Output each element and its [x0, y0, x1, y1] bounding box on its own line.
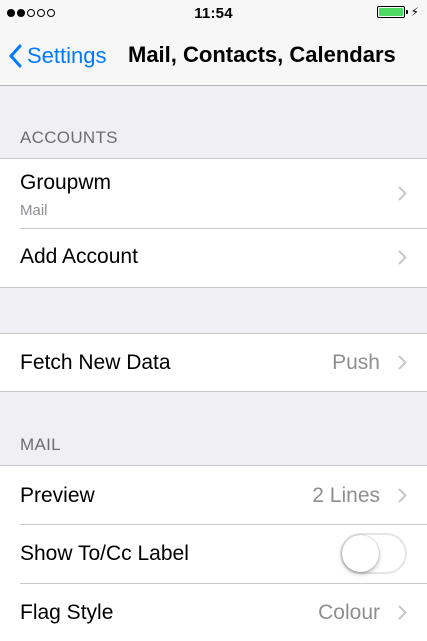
show-to-cc-cell: Show To/Cc Label	[0, 524, 427, 583]
toggle-knob	[342, 535, 379, 572]
show-to-cc-title: Show To/Cc Label	[20, 542, 189, 565]
mail-group: Preview 2 Lines Show To/Cc Label Flag St…	[0, 465, 427, 641]
bolt-icon: ⚡	[410, 5, 419, 19]
battery-fill	[378, 8, 403, 16]
preview-value: 2 Lines	[312, 484, 380, 507]
back-button[interactable]: Settings	[8, 40, 107, 72]
flag-style-value: Colour	[318, 601, 380, 624]
add-account-cell[interactable]: Add Account	[0, 228, 427, 287]
accounts-group: Groupwm Mail Add Account	[0, 158, 427, 288]
navigation-bar: Settings Mail, Contacts, Calendars	[0, 28, 427, 86]
account-cell-groupwm[interactable]: Groupwm Mail	[0, 159, 427, 228]
battery-icon	[376, 6, 408, 18]
section-header-accounts: ACCOUNTS	[20, 128, 118, 147]
back-button-label: Settings	[27, 43, 107, 68]
status-bar: 11:54 ⚡	[0, 0, 427, 28]
flag-style-cell[interactable]: Flag Style Colour	[0, 583, 427, 641]
fetch-group: Fetch New Data Push	[0, 333, 427, 392]
preview-title: Preview	[20, 484, 95, 507]
chevron-right-icon	[398, 250, 407, 265]
account-subtitle: Mail	[20, 202, 48, 219]
chevron-right-icon	[398, 186, 407, 201]
account-title: Groupwm	[20, 171, 112, 194]
page-title: Mail, Contacts, Calendars	[128, 42, 396, 67]
section-header-mail: MAIL	[20, 435, 61, 454]
chevron-right-icon	[398, 355, 407, 370]
fetch-new-data-value: Push	[332, 351, 380, 374]
chevron-right-icon	[398, 488, 407, 503]
preview-cell[interactable]: Preview 2 Lines	[0, 466, 427, 524]
battery-indicator: ⚡	[376, 5, 419, 19]
status-time: 11:54	[194, 5, 233, 22]
add-account-title: Add Account	[20, 245, 138, 268]
show-to-cc-toggle[interactable]	[340, 533, 407, 574]
flag-style-title: Flag Style	[20, 601, 114, 624]
fetch-new-data-title: Fetch New Data	[20, 351, 171, 374]
chevron-left-icon	[9, 44, 22, 68]
chevron-right-icon	[398, 605, 407, 620]
fetch-new-data-cell[interactable]: Fetch New Data Push	[0, 334, 427, 391]
